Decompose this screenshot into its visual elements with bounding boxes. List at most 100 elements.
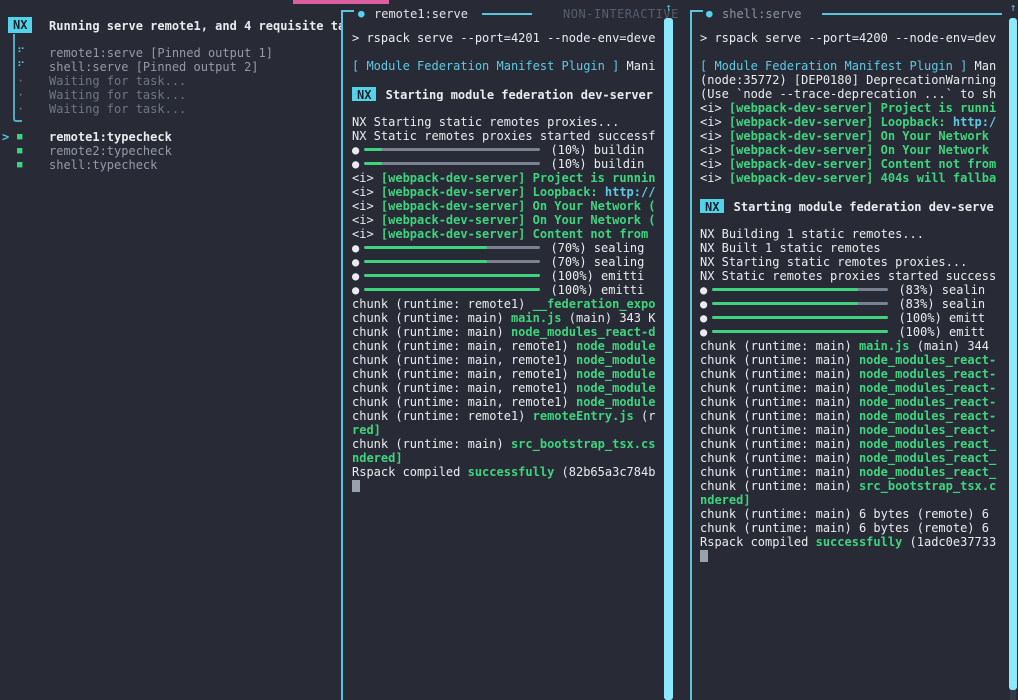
terminal-line: ● (100%) emitt — [700, 311, 1008, 325]
task-row[interactable]: ⠋remote1:serve [Pinned output 1] — [0, 46, 341, 60]
terminal-line: chunk (runtime: main) node_modules_react… — [700, 423, 1008, 437]
terminal-text: (83%) sealin — [891, 283, 985, 297]
terminal-text: successfully — [816, 535, 903, 549]
pane-title[interactable]: shell:serve — [722, 7, 801, 21]
terminal-text: Man — [967, 59, 996, 73]
scroll-up-icon[interactable]: ↑ — [664, 2, 673, 14]
terminal-text: chunk (runtime: main) — [700, 367, 859, 381]
terminal-text: chunk (runtime: main) 6 bytes (remote) 6 — [700, 507, 989, 521]
task-row[interactable]: ·Waiting for task... — [0, 88, 341, 102]
terminal-text: (100%) emitt — [891, 311, 985, 325]
terminal-line: ● (100%) emitti — [352, 269, 660, 283]
dot-icon: · — [17, 102, 24, 116]
task-row[interactable]: >■remote1:typecheck — [0, 130, 341, 144]
terminal-cursor — [700, 550, 708, 562]
header-rule — [822, 13, 1002, 15]
scroll-up-icon[interactable]: ↑ — [1009, 2, 1017, 14]
terminal-text: [webpack-dev-server] Loopback: — [729, 115, 953, 129]
pane-border-left — [690, 10, 692, 700]
terminal-line: chunk (runtime: remote1) __federation_ex… — [352, 297, 660, 311]
terminal-line: chunk (runtime: remote1) remoteEntry.js … — [352, 409, 660, 423]
task-list-title: Running serve remote1, and 4 requisite t… — [49, 19, 341, 33]
terminal-text: remoteEntry.js — [533, 409, 634, 423]
terminal-text: chunk (runtime: main) — [700, 339, 859, 353]
task-row[interactable]: ·Waiting for task... — [0, 74, 341, 88]
terminal-line: (node:35772) [DEP0180] DeprecationWarnin… — [700, 73, 1008, 87]
terminal-text: <i> — [352, 213, 381, 227]
terminal-line: NX Starting static remotes proxies... — [352, 115, 660, 129]
terminal-text: (100%) emitt — [891, 325, 985, 339]
terminal-text: chunk (runtime: main) — [700, 479, 859, 493]
task-label: remote1:typecheck — [49, 130, 172, 144]
terminal-line: <i> [webpack-dev-server] On Your Network… — [352, 199, 660, 213]
terminal-text: <i> — [352, 199, 381, 213]
terminal-text: main.js — [511, 311, 562, 325]
scrollbar[interactable]: ↑ — [664, 0, 673, 700]
terminal-text: Rspack compiled — [352, 465, 468, 479]
terminal-text: chunk (runtime: main) — [352, 311, 511, 325]
terminal-line: <i> [webpack-dev-server] Project is runn… — [352, 171, 660, 185]
terminal-line: chunk (runtime: main) 6 bytes (remote) 6 — [700, 507, 1008, 521]
terminal-line: ● (83%) sealin — [700, 283, 1008, 297]
pane-border-left — [341, 10, 343, 700]
pane-title[interactable]: remote1:serve — [374, 7, 468, 21]
terminal-line: ● (83%) sealin — [700, 297, 1008, 311]
progress-bar — [364, 274, 540, 277]
task-label: remote2:typecheck — [49, 144, 172, 158]
terminal-line: Rspack compiled successfully (82b65a3c78… — [352, 465, 660, 479]
terminal-line: > rspack serve --port=4201 --node-env=de… — [352, 31, 660, 45]
task-list-header: NX Running serve remote1, and 4 requisit… — [0, 17, 341, 33]
terminal-line — [352, 45, 660, 59]
terminal-line: chunk (runtime: main) node_modules_react… — [700, 367, 1008, 381]
terminal-text: ● — [352, 283, 359, 297]
terminal-text: ● — [700, 311, 707, 325]
terminal-line: (Use `node --trace-deprecation ...` to s… — [700, 87, 1008, 101]
terminal-text: (82b65a3c784b — [554, 465, 655, 479]
terminal-text: node_modules_react- — [859, 353, 996, 367]
task-row[interactable]: ■remote2:typecheck — [0, 144, 341, 158]
scrollbar-thumb[interactable] — [1009, 18, 1017, 690]
terminal-line: chunk (runtime: main) node_modules_react… — [700, 409, 1008, 423]
task-label: remote1:serve [Pinned output 1] — [49, 46, 273, 60]
nx-badge: NX — [700, 199, 724, 213]
terminal-text: (node:35772) [DEP0180] DeprecationWarnin… — [700, 73, 996, 87]
terminal-text: successfully — [468, 465, 555, 479]
terminal-text: (main) 343 K — [562, 311, 656, 325]
task-row[interactable]: ·Waiting for task... — [0, 102, 341, 116]
terminal-text: [webpack-dev-server] Loopback: — [381, 185, 605, 199]
terminal-text: <i> — [352, 185, 381, 199]
terminal-line: NX Building 1 static remotes... — [700, 227, 1008, 241]
terminal-line: NX Built 1 static remotes — [700, 241, 1008, 255]
terminal-text: NX Starting static remotes proxies... — [700, 255, 967, 269]
task-row[interactable]: ⠋shell:serve [Pinned output 2] — [0, 60, 341, 74]
terminal-line: [ Module Federation Manifest Plugin ] Ma… — [700, 59, 1008, 73]
terminal-line: ● (70%) sealing — [352, 241, 660, 255]
terminal-text: node_modules_react- — [859, 409, 996, 423]
terminal-text: <i> — [700, 171, 729, 185]
terminal-text: ● — [352, 143, 359, 157]
terminal-text: __federation_expo — [533, 297, 656, 311]
terminal-line: <i> [webpack-dev-server] On Your Network — [700, 129, 1008, 143]
terminal-text: Starting module federation dev-serve — [726, 200, 993, 213]
terminal-text: ndered] — [700, 493, 751, 507]
terminal-text: > rspack serve --port=4201 --node-env=de… — [352, 31, 655, 45]
terminal-line: Rspack compiled successfully (1adc0e3773… — [700, 535, 1008, 549]
square-icon: ■ — [17, 158, 22, 172]
terminal-line: chunk (runtime: main) node_modules_react… — [700, 395, 1008, 409]
scrollbar-thumb[interactable] — [664, 18, 673, 700]
terminal-text: ● — [352, 157, 359, 171]
terminal-text: (1adc0e37733 — [902, 535, 996, 549]
terminal-text: (83%) sealin — [891, 297, 985, 311]
terminal-line: <i> [webpack-dev-server] On Your Network… — [352, 213, 660, 227]
task-row[interactable]: ■shell:typecheck — [0, 158, 341, 172]
terminal-text: > rspack serve --port=4200 --node-env=de… — [700, 31, 996, 45]
terminal-text: <i> — [352, 171, 381, 185]
header-rule — [482, 13, 532, 15]
terminal-text: [ Module Federation Manifest Plugin ] — [352, 59, 619, 73]
progress-bar — [712, 302, 888, 305]
terminal-text: node_modules_react- — [859, 367, 996, 381]
terminal-line: <i> [webpack-dev-server] Loopback: http:… — [700, 115, 1008, 129]
progress-bar — [364, 260, 540, 263]
scrollbar[interactable]: ↑ — [1009, 0, 1017, 700]
terminal-text: (10%) buildin — [543, 157, 644, 171]
